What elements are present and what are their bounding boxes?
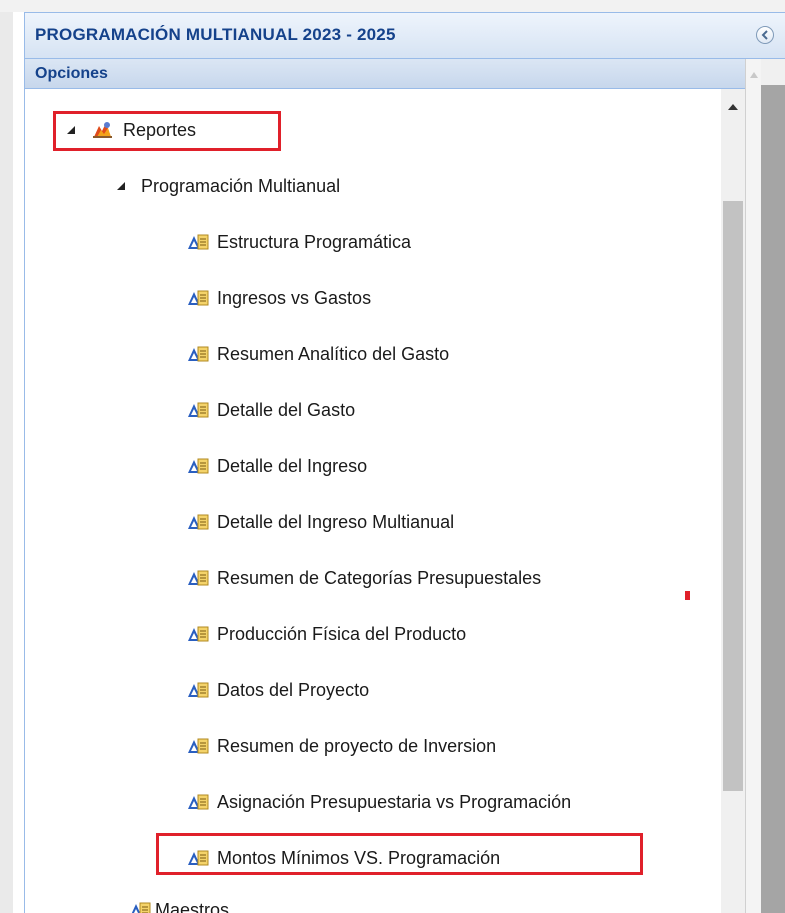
tree-leaf-label: Estructura Programática — [217, 231, 412, 252]
tree-node-programacion-multianual[interactable]: Programación Multianual — [115, 171, 340, 201]
options-tree: Reportes Programación Multianual Estruct… — [25, 89, 721, 913]
report-icon — [188, 626, 209, 642]
report-icon — [188, 794, 209, 810]
report-icon — [188, 458, 209, 474]
report-icon — [188, 570, 209, 586]
tree-leaf-label: Resumen de Categorías Presupuestales — [217, 567, 542, 588]
tree-scrollbar[interactable] — [721, 89, 745, 913]
panel-header: PROGRAMACIÓN MULTIANUAL 2023 - 2025 — [25, 13, 785, 59]
tree-leaf-estructura-programatica[interactable]: Estructura Programática — [187, 227, 411, 257]
tree-leaf-detalle-ingreso[interactable]: Detalle del Ingreso — [187, 451, 367, 481]
options-section-label: Opciones — [35, 65, 108, 82]
tree-leaf-detalle-ingreso-multianual[interactable]: Detalle del Ingreso Multianual — [187, 507, 454, 537]
tree-leaf-detalle-gasto[interactable]: Detalle del Gasto — [187, 395, 355, 425]
tree-leaf-resumen-proyecto-inversion[interactable]: Resumen de proyecto de Inversion — [187, 731, 496, 761]
tree-node-maestros[interactable]: Maestros — [129, 895, 229, 913]
tree-leaf-label: Asignación Presupuestaria vs Programació… — [217, 791, 572, 812]
red-mark — [685, 591, 690, 600]
tree-leaf-label: Detalle del Ingreso Multianual — [217, 511, 455, 532]
report-icon — [188, 738, 209, 754]
tree-leaf-resumen-categorias[interactable]: Resumen de Categorías Presupuestales — [187, 563, 541, 593]
tree-leaf-label: Detalle del Ingreso — [217, 455, 368, 476]
tree-leaf-label: Resumen de proyecto de Inversion — [217, 735, 497, 756]
highlight-box-montos-minimos — [156, 833, 643, 875]
panel-title: PROGRAMACIÓN MULTIANUAL 2023 - 2025 — [35, 25, 396, 44]
report-icon — [188, 290, 209, 306]
tree-leaf-produccion-fisica[interactable]: Producción Física del Producto — [187, 619, 466, 649]
report-icon — [131, 902, 151, 913]
tree-node-label: Programación Multianual — [141, 175, 341, 196]
tree-leaf-asignacion-presupuestaria[interactable]: Asignación Presupuestaria vs Programació… — [187, 787, 721, 817]
tree-leaf-resumen-analitico-gasto[interactable]: Resumen Analítico del Gasto — [187, 339, 449, 369]
scrollbar-thumb[interactable] — [723, 201, 743, 791]
tree-leaf-label: Ingresos vs Gastos — [217, 287, 372, 308]
options-section-header[interactable]: Opciones — [25, 59, 745, 89]
report-icon — [188, 514, 209, 530]
page-left-strip — [0, 12, 13, 913]
programacion-panel: PROGRAMACIÓN MULTIANUAL 2023 - 2025 Opci… — [24, 12, 785, 913]
page-top-strip — [0, 0, 785, 12]
expanded-triangle-icon[interactable] — [115, 180, 127, 192]
scroll-up-arrow-icon[interactable] — [727, 103, 739, 111]
tree-leaf-label: Producción Física del Producto — [217, 623, 467, 644]
report-icon — [188, 682, 209, 698]
collapse-panel-button[interactable] — [756, 26, 774, 44]
tree-leaf-label: Resumen Analítico del Gasto — [217, 343, 450, 364]
scroll-up-arrow-icon[interactable] — [749, 71, 759, 79]
report-icon — [188, 234, 209, 250]
report-icon — [188, 346, 209, 362]
tree-leaf-label: Datos del Proyecto — [217, 679, 370, 700]
chevron-left-icon — [761, 30, 768, 40]
report-icon — [188, 402, 209, 418]
side-panel-area — [761, 85, 785, 913]
tree-leaf-label: Detalle del Gasto — [217, 399, 356, 420]
tree-leaf-label: Maestros — [155, 899, 230, 913]
side-panel-top — [761, 59, 785, 85]
highlight-box-reportes — [53, 111, 281, 151]
tree-leaf-ingresos-vs-gastos[interactable]: Ingresos vs Gastos — [187, 283, 371, 313]
tree-leaf-datos-proyecto[interactable]: Datos del Proyecto — [187, 675, 369, 705]
outer-scrollbar[interactable] — [745, 59, 761, 913]
